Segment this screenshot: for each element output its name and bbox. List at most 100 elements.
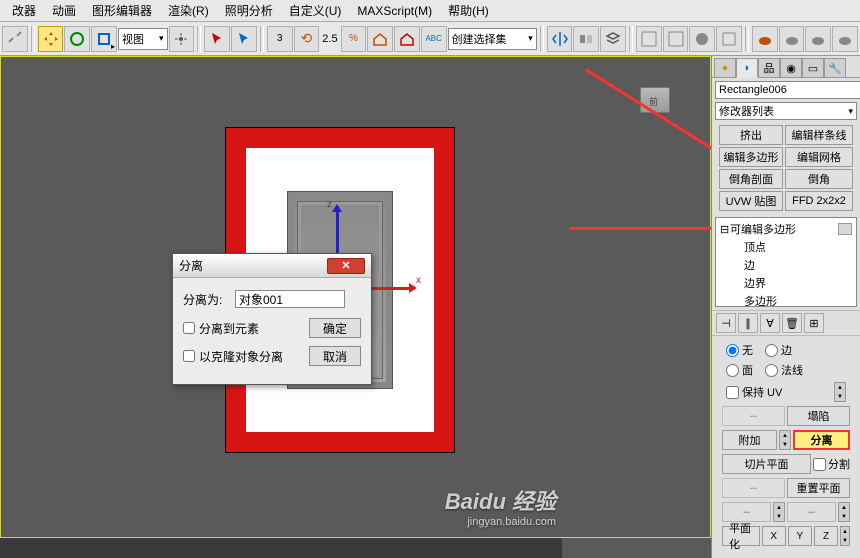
pin-stack-button[interactable]: ⊣ — [716, 313, 736, 333]
radio-normal[interactable]: 法线 — [765, 362, 803, 378]
link-button[interactable] — [2, 26, 28, 52]
motion-tab[interactable]: ◉ — [780, 58, 802, 78]
collapse-button[interactable]: 塌陷 — [787, 406, 850, 426]
flyout-icon: ▸ — [111, 42, 115, 51]
render-last-button[interactable] — [805, 26, 831, 52]
ffd-button[interactable]: FFD 2x2x2 — [785, 191, 853, 211]
spinner-snap-toggle[interactable] — [367, 26, 393, 52]
spinner[interactable]: ▲▼ — [838, 502, 850, 522]
radio-none[interactable]: 无 — [726, 342, 753, 358]
edit-spline-button[interactable]: 编辑样条线 — [785, 125, 853, 145]
cancel-button[interactable]: 取消 — [309, 346, 361, 366]
move-button[interactable] — [38, 26, 64, 52]
create-tab[interactable]: ✦ — [714, 58, 736, 78]
curve-editor-button[interactable] — [636, 26, 662, 52]
edit-poly-button[interactable]: 编辑多边形 — [719, 147, 783, 167]
detach-name-input[interactable] — [235, 290, 345, 308]
detach-button[interactable]: 分离 — [793, 430, 850, 450]
stack-toolbar: ⊣ ∥ ∀ 🗑 ⊞ — [712, 310, 860, 336]
render-frame-button[interactable] — [752, 26, 778, 52]
split-checkbox[interactable] — [813, 458, 826, 471]
modify-tab[interactable]: ◗ — [736, 58, 758, 78]
detach-to-element-checkbox[interactable] — [183, 322, 195, 334]
abc-icon: ABC — [425, 34, 441, 43]
make-unique-button[interactable]: ∀ — [760, 313, 780, 333]
menu-item[interactable]: MAXScript(M) — [349, 2, 440, 20]
sphere-icon — [693, 30, 711, 48]
menu-item[interactable]: 改器 — [4, 0, 44, 21]
align-button[interactable] — [573, 26, 599, 52]
chamfer-profile-button[interactable]: 倒角剖面 — [719, 169, 783, 189]
utilities-tab[interactable]: 🔧 — [824, 58, 846, 78]
button[interactable]: ┄ — [787, 502, 836, 522]
stack-sub-polygon[interactable]: 多边形 — [718, 292, 854, 307]
extrude-button[interactable]: 挤出 — [719, 125, 783, 145]
snap-toggle[interactable]: 3 — [267, 26, 293, 52]
edit-named-selection-button[interactable]: ABC — [421, 26, 447, 52]
pivot-button[interactable] — [169, 26, 195, 52]
named-selection-combo[interactable]: 创建选择集 — [448, 28, 537, 50]
stack-sub-edge[interactable]: 边 — [718, 256, 854, 274]
attach-spinner[interactable]: ▲▼ — [779, 430, 791, 450]
radio-face[interactable]: 面 — [726, 362, 753, 378]
menu-item[interactable]: 图形编辑器 — [84, 0, 160, 21]
menu-item[interactable]: 照明分析 — [217, 0, 281, 21]
quick-render-button[interactable] — [832, 26, 858, 52]
select-button[interactable] — [204, 26, 230, 52]
snap-options[interactable] — [394, 26, 420, 52]
spinner[interactable]: ▲▼ — [840, 526, 850, 546]
flatten-button[interactable]: 平面化 — [722, 526, 760, 546]
angle-snap-toggle[interactable]: ⟲ — [294, 26, 320, 52]
separator — [745, 26, 749, 52]
flatten-x-button[interactable]: X — [762, 526, 786, 546]
spinner[interactable]: ▲▼ — [773, 502, 785, 522]
spinner[interactable]: ▲▼ — [834, 382, 846, 402]
flatten-y-button[interactable]: Y — [788, 526, 812, 546]
material-editor-button[interactable] — [689, 26, 715, 52]
chamfer-button[interactable]: 倒角 — [785, 169, 853, 189]
flatten-z-button[interactable]: Z — [814, 526, 838, 546]
object-name-input[interactable] — [715, 81, 860, 99]
menu-item[interactable]: 渲染(R) — [160, 0, 217, 21]
detach-as-clone-checkbox[interactable] — [183, 350, 195, 362]
preserve-uv-checkbox[interactable] — [726, 386, 739, 399]
percent-snap-toggle[interactable]: % — [341, 26, 367, 52]
reference-coord-combo[interactable]: 视图 — [118, 28, 168, 50]
schematic-view-button[interactable] — [663, 26, 689, 52]
remove-modifier-button[interactable]: 🗑 — [782, 313, 802, 333]
edit-mesh-button[interactable]: 编辑网格 — [785, 147, 853, 167]
slice-plane-button[interactable]: 切片平面 — [722, 454, 811, 474]
select-similar-button[interactable] — [231, 26, 257, 52]
modifier-stack[interactable]: ⊟可编辑多边形 顶点 边 边界 多边形 元素 — [715, 217, 857, 307]
uvw-map-button[interactable]: UVW 贴图 — [719, 191, 783, 211]
mirror-button[interactable] — [547, 26, 573, 52]
menu-item[interactable]: 自定义(U) — [281, 0, 350, 21]
button[interactable]: ┄ — [722, 502, 771, 522]
stack-root[interactable]: ⊟可编辑多边形 — [718, 220, 854, 238]
ok-button[interactable]: 确定 — [309, 318, 361, 338]
stack-display-icon[interactable] — [838, 223, 852, 235]
menu-item[interactable]: 动画 — [44, 0, 84, 21]
dialog-titlebar[interactable]: 分离 ✕ — [173, 254, 371, 278]
render-button[interactable] — [779, 26, 805, 52]
show-end-result-button[interactable]: ∥ — [738, 313, 758, 333]
collapse-icon[interactable]: ⊟ — [720, 223, 730, 236]
display-tab[interactable]: ▭ — [802, 58, 824, 78]
radio-edge[interactable]: 边 — [765, 342, 792, 358]
layers-button[interactable] — [600, 26, 626, 52]
attach-button[interactable]: 附加 — [722, 430, 777, 450]
configure-button[interactable]: ⊞ — [804, 313, 824, 333]
timeline-bar[interactable] — [0, 538, 562, 558]
close-button[interactable]: ✕ — [327, 258, 365, 274]
modifier-list-combo[interactable]: 修改器列表 — [715, 102, 857, 120]
viewcube[interactable] — [640, 87, 670, 113]
reset-plane-button[interactable]: 重置平面 — [787, 478, 850, 498]
cursor-icon — [235, 30, 253, 48]
rotate-button[interactable] — [64, 26, 90, 52]
hierarchy-tab[interactable]: 品 — [758, 58, 780, 78]
scale-button[interactable]: ▸ — [91, 26, 117, 52]
menu-item[interactable]: 帮助(H) — [440, 0, 497, 21]
stack-sub-border[interactable]: 边界 — [718, 274, 854, 292]
render-setup-button[interactable] — [716, 26, 742, 52]
stack-sub-vertex[interactable]: 顶点 — [718, 238, 854, 256]
